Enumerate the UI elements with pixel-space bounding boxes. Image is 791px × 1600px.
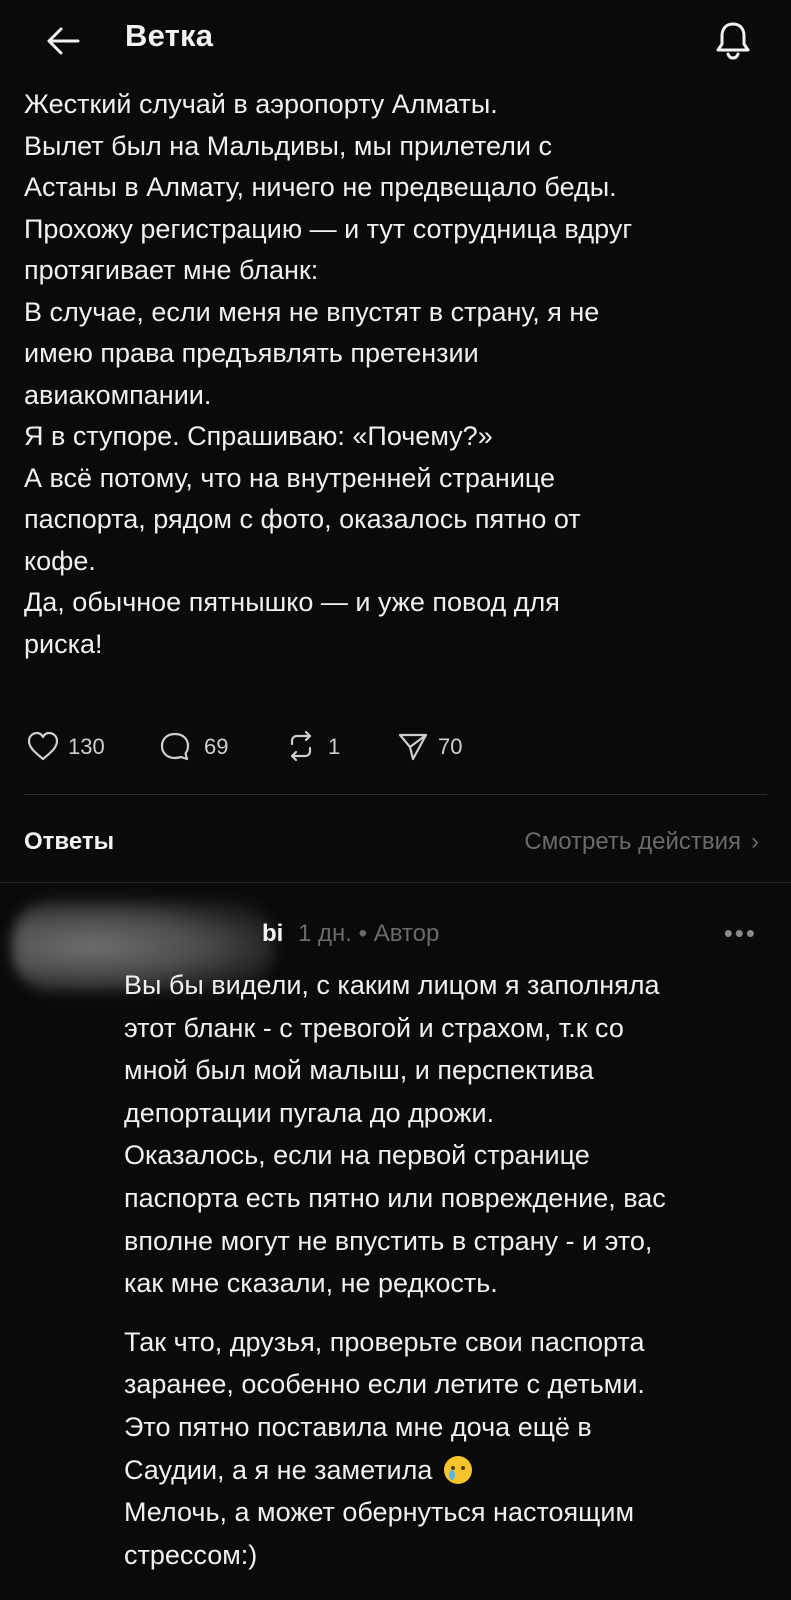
post-text-line: Я в ступоре. Спрашиваю: «Почему?» — [24, 421, 493, 451]
post-text-line: Прохожу регистрацию — и тут сотрудница в… — [24, 213, 633, 244]
comment-button[interactable]: 69 — [158, 728, 248, 764]
header: Ветка — [0, 0, 791, 82]
reply-text-line: Вы бы видели, с каким лицом я заполняла — [124, 970, 660, 1000]
arrow-left-icon[interactable] — [44, 22, 82, 60]
repost-count: 1 — [328, 734, 341, 759]
post-text-line: риска! — [24, 628, 103, 659]
reply-text-line: Оказалось, если на первой странице — [124, 1140, 590, 1171]
reply-text-line: мной был мой малыш, и перспектива — [124, 1055, 594, 1086]
post-text-line: Вылет был на Мальдивы, мы прилетели с — [24, 130, 553, 161]
reply-body: Вы бы видели, с каким лицом я заполняла … — [124, 964, 764, 1576]
like-button[interactable]: 130 — [26, 728, 126, 764]
post-body: Жесткий случай в аэропорту Алматы. Вылет… — [24, 82, 764, 665]
post-text-line: протягивает мне бланк: — [24, 255, 319, 285]
reply-text: Саудии, а я не заметила — [124, 1454, 433, 1485]
author-badge: Автор — [373, 920, 440, 947]
reply-text-line: как мне сказали, не редкость. — [124, 1268, 498, 1299]
reply-text-line: Так что, друзья, проверьте свои паспорта — [124, 1326, 645, 1357]
post-text-line: авиакомпании. — [24, 379, 212, 410]
send-icon — [398, 733, 428, 761]
post-text-line: Жесткий случай в аэропорту Алматы. — [24, 89, 498, 119]
reply-username[interactable]: bi — [262, 920, 283, 947]
reply-text-line: вполне могут не впустить в страну - и эт… — [124, 1225, 653, 1256]
reply-separator: • — [358, 920, 368, 947]
reply-meta: bi 1 дн. • Автор — [262, 920, 439, 948]
reply-time: 1 дн. — [298, 920, 352, 947]
post-actions: 130 69 1 70 — [26, 728, 526, 764]
reply-text-line: депортации пугала до дрожи. — [124, 1097, 495, 1128]
post-text-line: А всё потому, что на внутренней странице — [24, 462, 556, 493]
repost-button[interactable]: 1 — [284, 728, 364, 764]
post-text-line: паспорта, рядом с фото, оказалось пятно … — [24, 504, 581, 534]
share-button[interactable]: 70 — [396, 728, 486, 764]
heart-icon — [27, 731, 59, 761]
reply-text-line: заранее, особенно если летите с детьми. — [124, 1369, 645, 1400]
reply-text-line: этот бланк - с тревогой и страхом, т.к с… — [124, 1012, 624, 1043]
replies-title: Ответы — [24, 828, 115, 855]
reply-text-line: Это пятно поставила мне доча ещё в — [124, 1411, 592, 1442]
post-text-line: В случае, если меня не впустят в страну,… — [24, 296, 600, 327]
page-title: Ветка — [125, 18, 214, 53]
post-text-line: Астаны в Алмату, ничего не предвещало бе… — [24, 172, 617, 202]
reply-text-line: паспорта есть пятно или повреждение, вас — [124, 1182, 666, 1213]
crying-face-icon — [443, 1455, 472, 1484]
view-activity-label: Смотреть действия — [524, 828, 741, 855]
reply-text-line: стрессом:) — [124, 1539, 258, 1570]
repost-icon — [290, 730, 312, 762]
reply-text-line-emoji: Саудии, а я не заметила — [124, 1449, 764, 1492]
like-count: 130 — [68, 734, 105, 759]
view-activity-link[interactable]: Смотреть действия › — [524, 828, 759, 856]
reply-text-line: Мелочь, а может обернуться настоящим — [124, 1497, 635, 1528]
more-options-icon[interactable]: ••• — [724, 918, 757, 949]
bell-icon[interactable] — [711, 18, 755, 62]
comment-count: 69 — [204, 734, 229, 759]
comment-icon — [160, 732, 190, 761]
divider — [24, 794, 767, 795]
divider — [0, 882, 791, 883]
post-text-line: кофе. — [24, 545, 96, 576]
share-count: 70 — [438, 734, 463, 759]
chevron-right-icon: › — [751, 828, 759, 855]
post-text-line: имею права предъявлять претензии — [24, 338, 479, 368]
post-text-line: Да, обычное пятнышко — и уже повод для — [24, 587, 560, 617]
